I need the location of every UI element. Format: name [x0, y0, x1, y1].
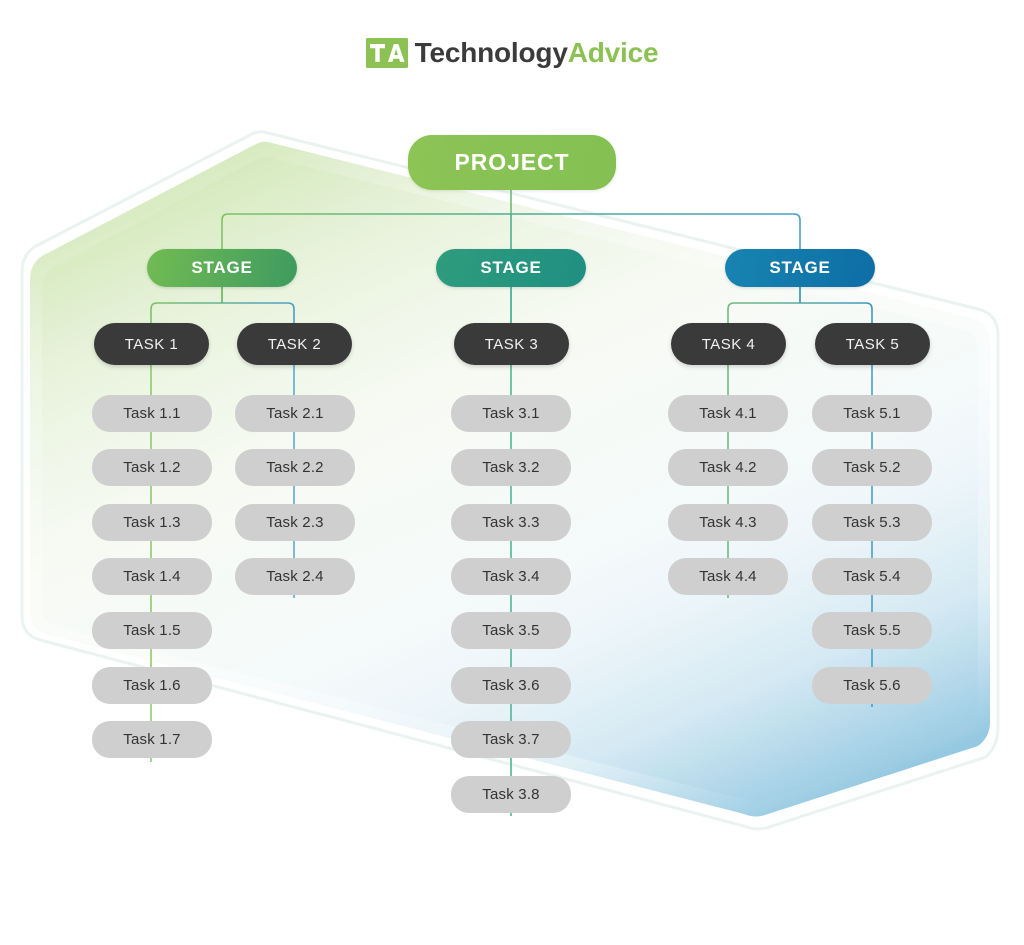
subtask-label: Task 3.6	[482, 677, 540, 694]
subtask-node-1-1[interactable]: Task 1.1	[92, 395, 212, 432]
task-node-5-label: TASK 5	[845, 335, 900, 353]
subtask-node-3-1[interactable]: Task 3.1	[451, 395, 571, 432]
subtask-node-5-3[interactable]: Task 5.3	[812, 504, 932, 541]
wire-stage3-bus	[727, 302, 873, 323]
subtask-node-5-4[interactable]: Task 5.4	[812, 558, 932, 595]
wire-project-bus	[221, 213, 801, 249]
subtask-label: Task 4.2	[699, 459, 757, 476]
subtask-node-1-3[interactable]: Task 1.3	[92, 504, 212, 541]
task-node-4-label: TASK 4	[701, 335, 756, 353]
subtask-node-2-2[interactable]: Task 2.2	[235, 449, 355, 486]
stage-node-3[interactable]: STAGE	[725, 249, 875, 287]
task-node-3[interactable]: TASK 3	[454, 323, 569, 365]
subtask-label: Task 1.5	[123, 622, 181, 639]
subtask-label: Task 2.4	[266, 568, 324, 585]
subtask-node-4-4[interactable]: Task 4.4	[668, 558, 788, 595]
logo-word-advice: Advice	[567, 37, 659, 68]
subtask-label: Task 2.2	[266, 459, 324, 476]
subtask-label: Task 1.1	[123, 405, 181, 422]
subtask-node-1-2[interactable]: Task 1.2	[92, 449, 212, 486]
subtask-label: Task 2.1	[266, 405, 324, 422]
subtask-label: Task 5.4	[843, 568, 901, 585]
subtask-node-3-3[interactable]: Task 3.3	[451, 504, 571, 541]
project-node-label: PROJECT	[454, 149, 570, 175]
task-node-4[interactable]: TASK 4	[671, 323, 786, 365]
subtask-node-1-7[interactable]: Task 1.7	[92, 721, 212, 758]
subtask-node-5-5[interactable]: Task 5.5	[812, 612, 932, 649]
subtask-label: Task 5.3	[843, 514, 901, 531]
subtask-label: Task 3.1	[482, 405, 540, 422]
subtask-label: Task 3.2	[482, 459, 540, 476]
subtask-label: Task 5.2	[843, 459, 901, 476]
subtask-node-5-6[interactable]: Task 5.6	[812, 667, 932, 704]
subtask-label: Task 4.3	[699, 514, 757, 531]
subtask-node-4-1[interactable]: Task 4.1	[668, 395, 788, 432]
logo-wordmark: TechnologyAdvice	[415, 39, 659, 67]
subtask-node-2-1[interactable]: Task 2.1	[235, 395, 355, 432]
subtask-label: Task 4.4	[699, 568, 757, 585]
subtask-node-1-6[interactable]: Task 1.6	[92, 667, 212, 704]
subtask-label: Task 3.7	[482, 731, 540, 748]
brand-logo: TechnologyAdvice	[0, 38, 1024, 68]
stage-node-3-label: STAGE	[769, 258, 831, 277]
subtask-label: Task 1.3	[123, 514, 181, 531]
subtask-label: Task 3.4	[482, 568, 540, 585]
task-node-5[interactable]: TASK 5	[815, 323, 930, 365]
stage-node-2[interactable]: STAGE	[436, 249, 586, 287]
subtask-label: Task 1.2	[123, 459, 181, 476]
stage-node-1[interactable]: STAGE	[147, 249, 297, 287]
subtask-node-3-5[interactable]: Task 3.5	[451, 612, 571, 649]
subtask-node-4-2[interactable]: Task 4.2	[668, 449, 788, 486]
wire-stage1-bus	[150, 302, 295, 323]
subtask-label: Task 5.6	[843, 677, 901, 694]
subtask-label: Task 1.7	[123, 731, 181, 748]
subtask-label: Task 1.6	[123, 677, 181, 694]
subtask-node-2-4[interactable]: Task 2.4	[235, 558, 355, 595]
subtask-label: Task 2.3	[266, 514, 324, 531]
task-node-2[interactable]: TASK 2	[237, 323, 352, 365]
ta-logo-icon	[365, 38, 408, 68]
subtask-node-1-5[interactable]: Task 1.5	[92, 612, 212, 649]
subtask-node-4-3[interactable]: Task 4.3	[668, 504, 788, 541]
subtask-node-3-7[interactable]: Task 3.7	[451, 721, 571, 758]
subtask-node-5-1[interactable]: Task 5.1	[812, 395, 932, 432]
logo-word-technology: Technology	[414, 37, 568, 68]
subtask-node-1-4[interactable]: Task 1.4	[92, 558, 212, 595]
subtask-node-3-8[interactable]: Task 3.8	[451, 776, 571, 813]
subtask-node-3-4[interactable]: Task 3.4	[451, 558, 571, 595]
task-node-3-label: TASK 3	[484, 335, 539, 353]
subtask-label: Task 4.1	[699, 405, 757, 422]
work-breakdown-diagram: TechnologyAdvice PROJECT STAGE STAGE STA…	[0, 0, 1024, 945]
task-node-1-label: TASK 1	[124, 335, 179, 353]
subtask-label: Task 1.4	[123, 568, 181, 585]
subtask-label: Task 3.3	[482, 514, 540, 531]
subtask-node-3-6[interactable]: Task 3.6	[451, 667, 571, 704]
subtask-label: Task 3.5	[482, 622, 540, 639]
subtask-node-2-3[interactable]: Task 2.3	[235, 504, 355, 541]
subtask-label: Task 5.1	[843, 405, 901, 422]
subtask-label: Task 3.8	[482, 786, 540, 803]
stage-node-1-label: STAGE	[191, 258, 253, 277]
stage-node-2-label: STAGE	[480, 258, 542, 277]
subtask-node-3-2[interactable]: Task 3.2	[451, 449, 571, 486]
subtask-label: Task 5.5	[843, 622, 901, 639]
task-node-1[interactable]: TASK 1	[94, 323, 209, 365]
subtask-node-5-2[interactable]: Task 5.2	[812, 449, 932, 486]
task-node-2-label: TASK 2	[267, 335, 322, 353]
project-node[interactable]: PROJECT	[408, 135, 616, 190]
